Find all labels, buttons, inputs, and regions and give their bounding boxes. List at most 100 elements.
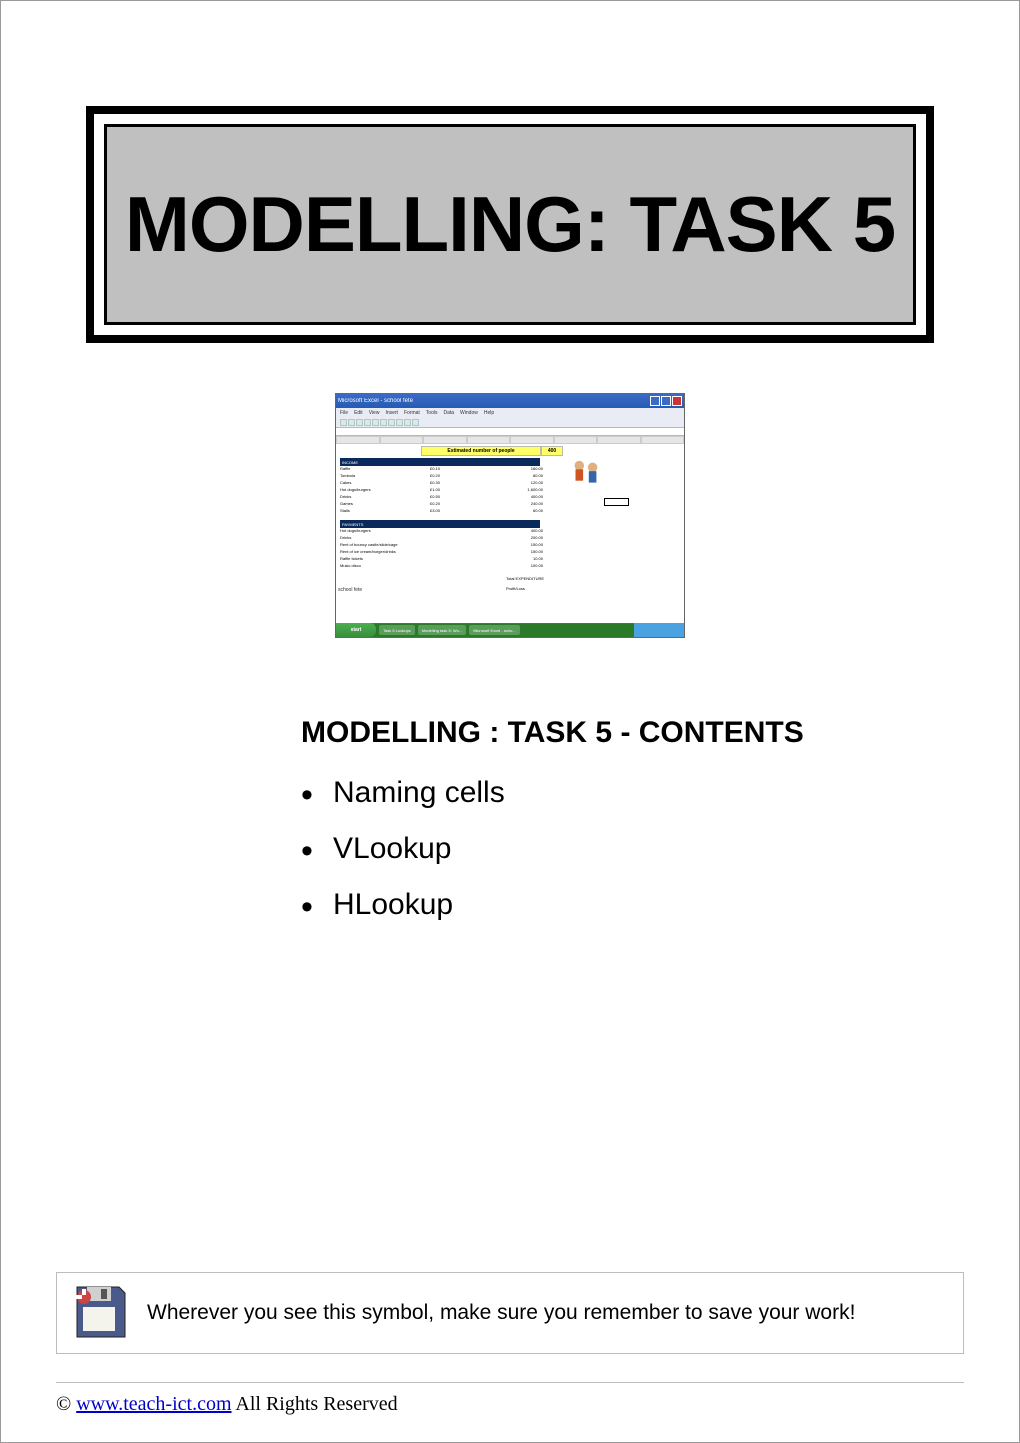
taskbar-item: Microsoft Excel - scho... — [469, 625, 519, 635]
row-money: 400.00 — [505, 528, 545, 535]
payments-header-row: PAYMENTS — [340, 520, 540, 528]
table-row: Rent of ice cream/burger/drinks 150.00 — [340, 549, 545, 556]
row-name: Cakes — [340, 480, 420, 487]
row-qty — [450, 466, 505, 473]
taskbar: start Task 5 Lookups Modelling task 5: W… — [336, 623, 684, 637]
footer: © www.teach-ict.com All Rights Reserved — [56, 1382, 964, 1416]
row-name: Tombola — [340, 473, 420, 480]
table-row: Cakes £0.30 120.00 — [340, 480, 545, 487]
toolbar-icon — [404, 419, 411, 426]
floating-textbox — [604, 498, 629, 506]
menu-item: File — [340, 410, 348, 416]
table-row: Hot dogs/burgers 400.00 — [340, 528, 545, 535]
menu-item: Edit — [354, 410, 363, 416]
row-qty — [450, 480, 505, 487]
row-money: 60.00 — [505, 508, 545, 515]
spreadsheet-grid: Estimated number of people 400 INCOME Ra… — [336, 436, 684, 611]
row-name: Rent of ice cream/burger/drinks — [340, 549, 420, 556]
column-headers — [336, 436, 684, 444]
table-row: Stalls £3.00 60.00 — [340, 508, 545, 515]
col-header-cell — [380, 436, 424, 444]
row-cost: £0.50 — [420, 494, 450, 501]
row-name: Raffle tickets — [340, 556, 420, 563]
floppy-disk-icon — [69, 1283, 129, 1343]
row-name: Drinks — [340, 535, 420, 542]
row-money: 150.00 — [505, 542, 545, 549]
row-money: 160.00 — [505, 466, 545, 473]
table-row: Drinks £0.50 400.00 — [340, 494, 545, 501]
maximize-icon — [661, 396, 671, 406]
row-cost: £0.30 — [420, 480, 450, 487]
toolbar-icon — [388, 419, 395, 426]
list-item: HLookup — [333, 888, 964, 922]
toolbar — [336, 418, 684, 428]
table-row: Games £0.20 240.00 — [340, 501, 545, 508]
start-button: start — [336, 623, 376, 637]
row-money: 10.00 — [505, 556, 545, 563]
table-row: Music disco 100.00 — [340, 563, 545, 570]
footer-rights: All Rights Reserved — [232, 1393, 398, 1415]
toolbar-icon — [372, 419, 379, 426]
row-money: 120.00 — [505, 480, 545, 487]
col-header-cell — [467, 436, 511, 444]
row-name: Drinks — [340, 494, 420, 501]
clipart-icon — [566, 456, 604, 494]
window-title-text: Microsoft Excel - school fete — [338, 398, 413, 404]
toolbar-icon — [380, 419, 387, 426]
row-name: Rent of bouncy castle/slide/cage — [340, 542, 420, 549]
row-money: 100.00 — [505, 563, 545, 570]
save-banner-text: Wherever you see this symbol, make sure … — [147, 1301, 855, 1325]
row-money: 400.00 — [505, 494, 545, 501]
col-header-cell — [423, 436, 467, 444]
page-title: MODELLING: TASK 5 — [117, 179, 903, 270]
menu-item: Format — [404, 410, 420, 416]
sheet-tab: school fete — [338, 587, 362, 593]
table-row: Raffle tickets 10.00 — [340, 556, 545, 563]
col-header-cell — [597, 436, 641, 444]
menu-item: Insert — [385, 410, 398, 416]
toolbar-icon — [356, 419, 363, 426]
yellow-header: Estimated number of people — [421, 446, 541, 456]
toolbar-icon — [340, 419, 347, 426]
menu-item: Tools — [426, 410, 438, 416]
total-expenditure-row: Total EXPENDITURE — [506, 576, 544, 583]
table-row: Hot dogs/burgers £1.00 1,600.00 — [340, 487, 545, 494]
sheet-tabs: school fete — [338, 587, 362, 593]
income-header-row: INCOME — [340, 458, 540, 466]
toolbar-icon — [348, 419, 355, 426]
row-name: Stalls — [340, 508, 420, 515]
title-frame-outer: MODELLING: TASK 5 — [86, 106, 934, 343]
menu-item: Help — [484, 410, 494, 416]
row-name: Games — [340, 501, 420, 508]
row-name: Music disco — [340, 563, 420, 570]
toolbar-icon — [364, 419, 371, 426]
row-name: Raffle — [340, 466, 420, 473]
formula-bar — [336, 428, 684, 436]
footer-link[interactable]: www.teach-ict.com — [76, 1393, 231, 1415]
menu-item: Window — [460, 410, 478, 416]
contents-heading: MODELLING : TASK 5 - CONTENTS — [301, 716, 964, 750]
menu-item: View — [369, 410, 380, 416]
row-money: 240.00 — [505, 501, 545, 508]
menu-item: Data — [443, 410, 454, 416]
system-tray — [634, 623, 684, 637]
copyright-symbol: © — [56, 1393, 76, 1415]
row-qty — [450, 508, 505, 515]
minimize-icon — [650, 396, 660, 406]
row-qty — [450, 473, 505, 480]
income-label: INCOME — [342, 460, 358, 465]
contents-list: Naming cells VLookup HLookup — [301, 776, 964, 922]
taskbar-item: Task 5 Lookups — [379, 625, 415, 635]
list-item: Naming cells — [333, 776, 964, 810]
row-qty — [450, 494, 505, 501]
menu-bar: File Edit View Insert Format Tools Data … — [336, 408, 684, 418]
table-row: Tombola £0.20 80.00 — [340, 473, 545, 480]
col-header-cell — [554, 436, 598, 444]
payments-label: PAYMENTS — [342, 522, 363, 527]
table-row: Raffle £0.10 160.00 — [340, 466, 545, 473]
row-money: 80.00 — [505, 473, 545, 480]
table-row: Rent of bouncy castle/slide/cage 150.00 — [340, 542, 545, 549]
profit-loss-row: Profit/Loss — [506, 586, 525, 593]
table-row: Drinks 200.00 — [340, 535, 545, 542]
toolbar-icon — [412, 419, 419, 426]
